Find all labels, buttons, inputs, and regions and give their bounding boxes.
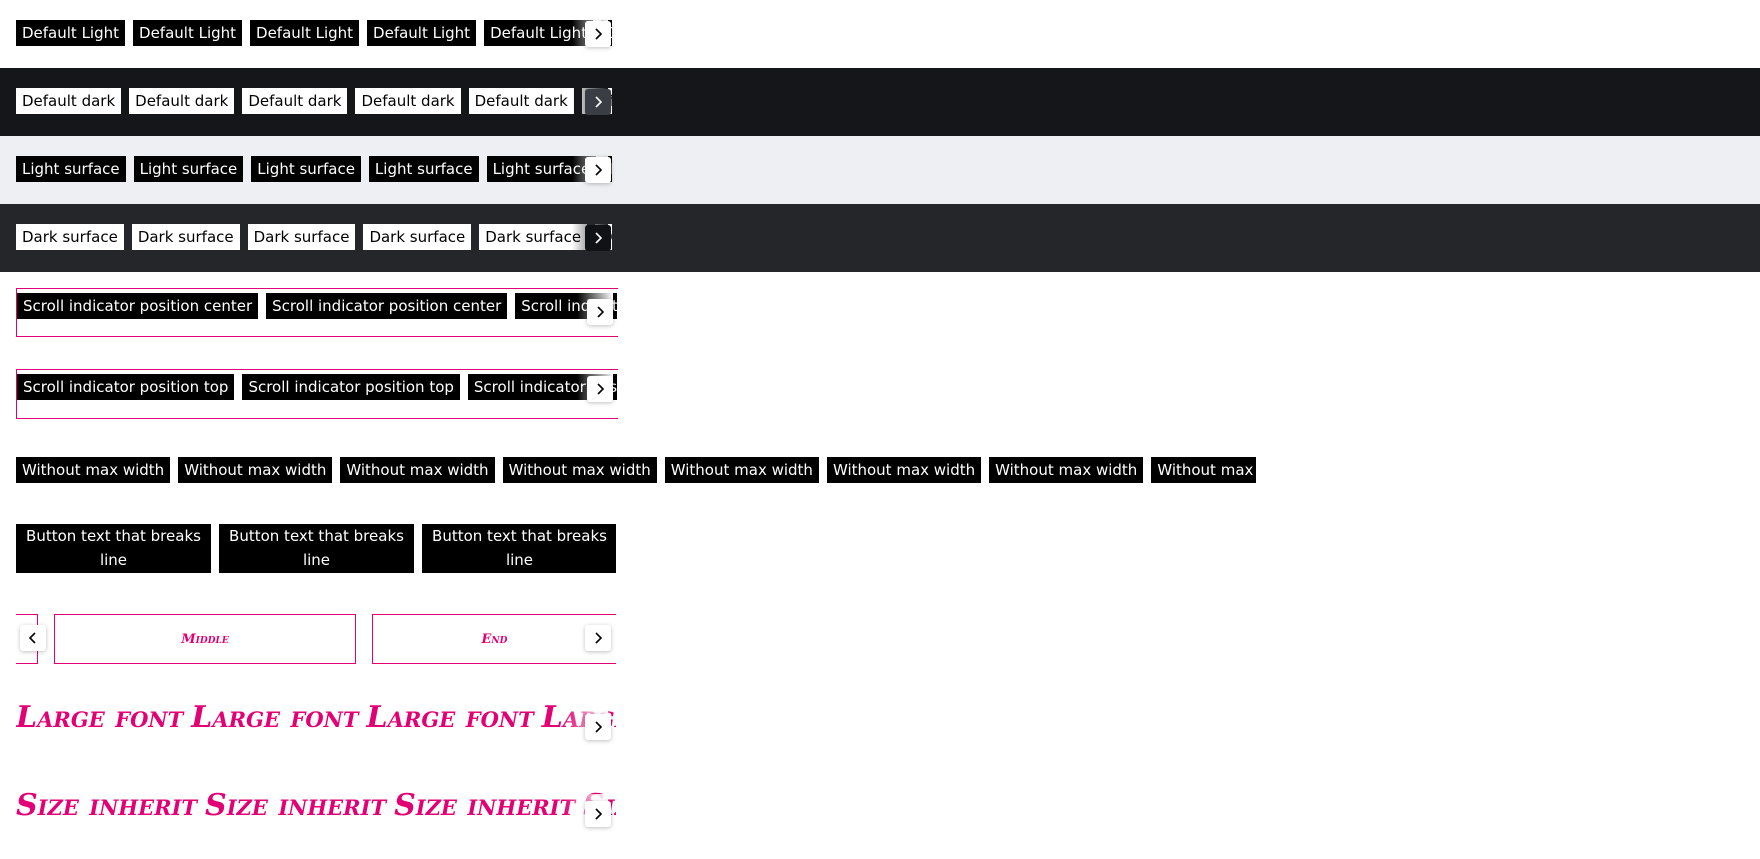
chip-button[interactable]: Default Light — [367, 20, 477, 46]
scroll-right-button[interactable] — [585, 225, 611, 251]
chip-button[interactable]: Default dark — [16, 88, 122, 114]
chip-button[interactable]: Scroll indicator position top — [17, 374, 235, 400]
scroll-right-button[interactable] — [585, 157, 611, 183]
chip-button[interactable]: Light surface — [368, 156, 479, 182]
chip-button[interactable]: Size inherit — [205, 788, 386, 823]
chip-button[interactable]: Large font — [16, 700, 183, 735]
chevron-right-icon — [595, 28, 603, 40]
row-default-dark: Default dark Default dark Default dark Defa… — [0, 68, 1760, 136]
chip-button[interactable]: Without max width — [989, 457, 1144, 483]
chip-button[interactable]: Without max width — [178, 457, 333, 483]
chip-scroller: Dark surface Dark surface Dark surface Dark… — [16, 224, 612, 250]
chevron-right-icon — [595, 96, 603, 108]
row-scroll-top: Scroll indicator position top Scroll indi… — [16, 369, 618, 419]
row-wrapping-buttons: Button text that breaks lineButton text … — [16, 524, 616, 574]
chip-button[interactable]: Dark surface — [131, 224, 240, 250]
chevron-right-icon — [595, 164, 603, 176]
chip-button[interactable]: Light surface — [251, 156, 361, 182]
chip-button[interactable]: Without max width — [664, 457, 819, 483]
chip-button[interactable]: Button text that breaks line — [16, 524, 211, 573]
chip-button[interactable]: Default dark — [468, 88, 574, 114]
chip-button[interactable]: Button text that breaks line — [219, 524, 414, 573]
chip-button[interactable]: Default Light — [16, 20, 126, 46]
chip-button[interactable]: Large font — [367, 700, 534, 735]
chip-button[interactable]: Scroll indicator position top — [242, 374, 460, 400]
scroll-right-button[interactable] — [587, 299, 613, 325]
scroll-right-button[interactable] — [587, 376, 613, 402]
chip-button[interactable]: Large font — [191, 700, 358, 735]
chip-button[interactable]: Button text that breaks line — [422, 524, 616, 573]
chip-scroller: Default dark Default dark Default dark Defa… — [16, 88, 612, 114]
chip-button[interactable]: Dark surface — [247, 224, 356, 250]
chevron-left-icon — [28, 632, 36, 644]
chip-button[interactable]: Dark surface — [16, 224, 124, 250]
tab-middle[interactable]: Middle — [54, 614, 356, 664]
row-size-inherit: Size inheritSize inheritSize inheritSize… — [16, 788, 616, 840]
chip-button[interactable]: Without max width — [502, 457, 657, 483]
chip-scroller: Scroll indicator position center Scroll i… — [17, 293, 617, 319]
chevron-right-icon — [595, 232, 603, 244]
chevron-right-icon — [597, 306, 605, 318]
chip-button[interactable]: Scroll indicator position center — [266, 293, 508, 319]
chip-button[interactable]: Dark surface — [363, 224, 472, 250]
chip-button[interactable]: Without max width — [826, 457, 982, 483]
row-large-font: Large fontLarge fontLarge fontLarge font — [16, 700, 616, 752]
chip-button[interactable]: Light surface — [16, 156, 126, 182]
chevron-right-icon — [597, 383, 605, 395]
chevron-right-icon — [595, 721, 603, 733]
tab-label: Middle — [181, 631, 229, 647]
chip-button[interactable]: Size inherit — [16, 788, 197, 823]
tab-label: End — [481, 631, 508, 647]
scroll-right-button[interactable] — [585, 714, 611, 740]
row-default-light: Default Light Default Light Default Light D… — [0, 0, 1760, 68]
row-dark-surface: Dark surface Dark surface Dark surface Dark… — [0, 204, 1760, 272]
chip-button[interactable]: Default dark — [355, 88, 461, 114]
chevron-right-icon — [595, 632, 603, 644]
chip-button[interactable]: Without max width — [340, 457, 495, 483]
chip-button[interactable]: Without max width — [1151, 457, 1256, 483]
chip-button[interactable]: Dark surface — [479, 224, 588, 250]
chip-button[interactable]: Light surface — [133, 156, 244, 182]
chip-scroller: Default Light Default Light Default Light D… — [16, 20, 612, 46]
scroll-left-button[interactable] — [20, 625, 46, 651]
chip-button[interactable]: Default dark — [129, 88, 235, 114]
chip-scroller: Light surface Light surface Light surface L… — [16, 156, 612, 182]
scroll-right-button[interactable] — [585, 89, 611, 115]
chip-button[interactable]: Default dark — [242, 88, 348, 114]
scroll-right-button[interactable] — [585, 801, 611, 827]
row-scroll-center: Scroll indicator position center Scroll i… — [16, 288, 618, 337]
chip-button[interactable]: Size inherit — [394, 788, 575, 823]
chip-button[interactable]: Default Light — [250, 20, 360, 46]
scroll-right-button[interactable] — [585, 21, 611, 47]
row-light-surface: Light surface Light surface Light surface L… — [0, 136, 1760, 204]
chevron-right-icon — [595, 808, 603, 820]
chip-button[interactable]: Without max width — [16, 457, 171, 483]
row-without-max-width: Without max width Without max width Withou… — [16, 457, 1256, 483]
chip-button[interactable]: Default Light — [133, 20, 243, 46]
scroll-right-button[interactable] — [585, 625, 611, 651]
chip-button[interactable]: Scroll indicator position center — [17, 293, 259, 319]
chip-scroller: Scroll indicator position top Scroll indi… — [17, 374, 617, 400]
